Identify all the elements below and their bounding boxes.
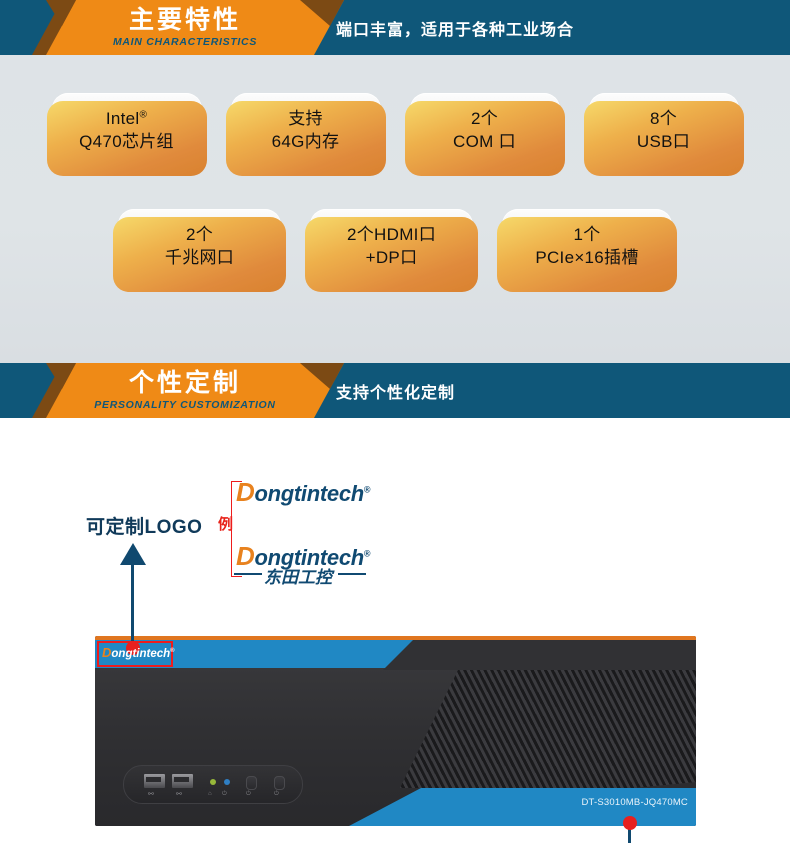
banner-title-group: 个性定制 PERSONALITY CUSTOMIZATION: [60, 363, 310, 418]
usb-symbol-icon: ⚯: [176, 791, 182, 798]
brand-name: ongtintech: [254, 481, 364, 506]
feature-line-1: Intel: [105, 108, 140, 128]
page-subtitle: PERSONALITY CUSTOMIZATION: [94, 398, 276, 411]
power-symbol-icon: ⏻: [222, 791, 227, 797]
banner-tagline: 端口丰富，适用于各种工业场合: [336, 21, 575, 39]
feature-pill-label: 1个 PCIe×16插槽: [535, 224, 638, 270]
feature-pill-label: 8个 USB口: [637, 108, 690, 154]
feature-line-2: PCIe×16插槽: [535, 247, 639, 267]
led-hdd-indicator: [210, 779, 216, 785]
sample-logo-chinese: 东田工控: [264, 568, 332, 587]
product-image: DT-S3010MB-JQ470MC ⚯ ⚯ ⌂ ⏻ ⏻ ⏻: [95, 636, 696, 826]
page-subtitle: MAIN CHARACTERISTICS: [112, 35, 258, 48]
feature-pill-display-ports: 2个HDMI口 +DP口: [305, 209, 478, 292]
feature-line-2: USB口: [636, 131, 691, 151]
product-model-label: DT-S3010MB-JQ470MC: [581, 797, 688, 808]
registered-icon: ®: [170, 648, 175, 655]
banner-personality-customization: 个性定制 PERSONALITY CUSTOMIZATION 支持个性化定制: [0, 363, 790, 418]
feature-line-1: 2个: [470, 108, 499, 128]
feature-pill-usb-ports: 8个 USB口: [583, 93, 744, 176]
front-io-panel: ⚯ ⚯ ⌂ ⏻ ⏻ ⏻: [123, 765, 303, 804]
sample-logo-primary: Dongtintech®: [236, 477, 371, 508]
brand-initial: D: [102, 645, 112, 660]
callout-dot-model: [623, 816, 637, 830]
hdd-symbol-icon: ⌂: [208, 791, 212, 797]
feature-pill-label: 2个 COM 口: [453, 108, 516, 154]
feature-pill-com-ports: 2个 COM 口: [404, 93, 565, 176]
feature-line-1: 2个: [185, 224, 214, 244]
usb-symbol-icon: ⚯: [148, 791, 154, 798]
registered-icon: ®: [363, 484, 371, 495]
power-button[interactable]: [274, 776, 285, 790]
feature-pill-label: 2个HDMI口 +DP口: [347, 224, 436, 270]
feature-line-1: 支持: [288, 108, 323, 128]
feature-line-1: 8个: [649, 108, 678, 128]
power-button-symbol-icon: ⏻: [274, 791, 279, 797]
banner-main-characteristics: 主要特性 MAIN CHARACTERISTICS 端口丰富，适用于各种工业场合: [0, 0, 790, 55]
banner-tagline-wrap: 支持个性化定制: [336, 363, 455, 418]
banner-tagline-wrap: 端口丰富，适用于各种工业场合: [336, 0, 574, 55]
feature-line-2: 64G内存: [271, 131, 340, 151]
callout-arrow-icon: [120, 543, 146, 565]
usb-port-icon: [144, 774, 165, 788]
page-title: 主要特性: [128, 6, 241, 35]
page-title: 个性定制: [128, 369, 241, 398]
customizable-logo-caption: 可定制LOGO: [86, 517, 203, 538]
feature-pill-label: Intel® Q470芯片组: [79, 108, 174, 154]
feature-pill-memory: 支持 64G内存: [225, 93, 386, 176]
callout-connector-line: [131, 565, 134, 650]
brand-name: ongtintech: [111, 648, 171, 660]
feature-pill-pcie-slot: 1个 PCIe×16插槽: [497, 209, 677, 292]
registered-icon: ®: [363, 548, 371, 559]
brand-underline-right: [338, 573, 366, 575]
example-bracket: [231, 481, 242, 577]
feature-pill-lan-ports: 2个千兆网口: [113, 209, 286, 292]
banner-tagline: 支持个性化定制: [336, 384, 456, 402]
feature-line-1: 1个: [573, 224, 601, 244]
reset-button[interactable]: [246, 776, 257, 790]
usb-port-icon: [172, 774, 193, 788]
reset-symbol-icon: ⏻: [246, 791, 251, 797]
registered-icon: ®: [139, 108, 148, 120]
banner-title-group: 主要特性 MAIN CHARACTERISTICS: [60, 0, 310, 55]
features-section: Intel® Q470芯片组 支持 64G内存 2个 COM 口 8个 USB口 2个千…: [0, 55, 790, 363]
feature-pill-label: 支持 64G内存: [272, 108, 340, 154]
feature-line-1: 2个HDMI口: [347, 224, 436, 244]
feature-line-2: Q470芯片组: [79, 131, 174, 151]
led-power-indicator: [224, 779, 230, 785]
product-logo: Dongtintech®: [102, 645, 175, 660]
feature-pill-label: 2个千兆网口: [165, 224, 234, 270]
feature-line-2: +DP口: [365, 247, 418, 267]
callout-connector-line-model: [628, 828, 631, 843]
feature-line-2: COM 口: [453, 131, 516, 151]
feature-pill-chipset: Intel® Q470芯片组: [46, 93, 207, 176]
feature-row-1: Intel® Q470芯片组 支持 64G内存 2个 COM 口 8个 USB口: [0, 55, 790, 176]
feature-row-2: 2个千兆网口 2个HDMI口 +DP口 1个 PCIe×16插槽: [0, 168, 790, 292]
feature-line-2: 千兆网口: [164, 247, 235, 267]
